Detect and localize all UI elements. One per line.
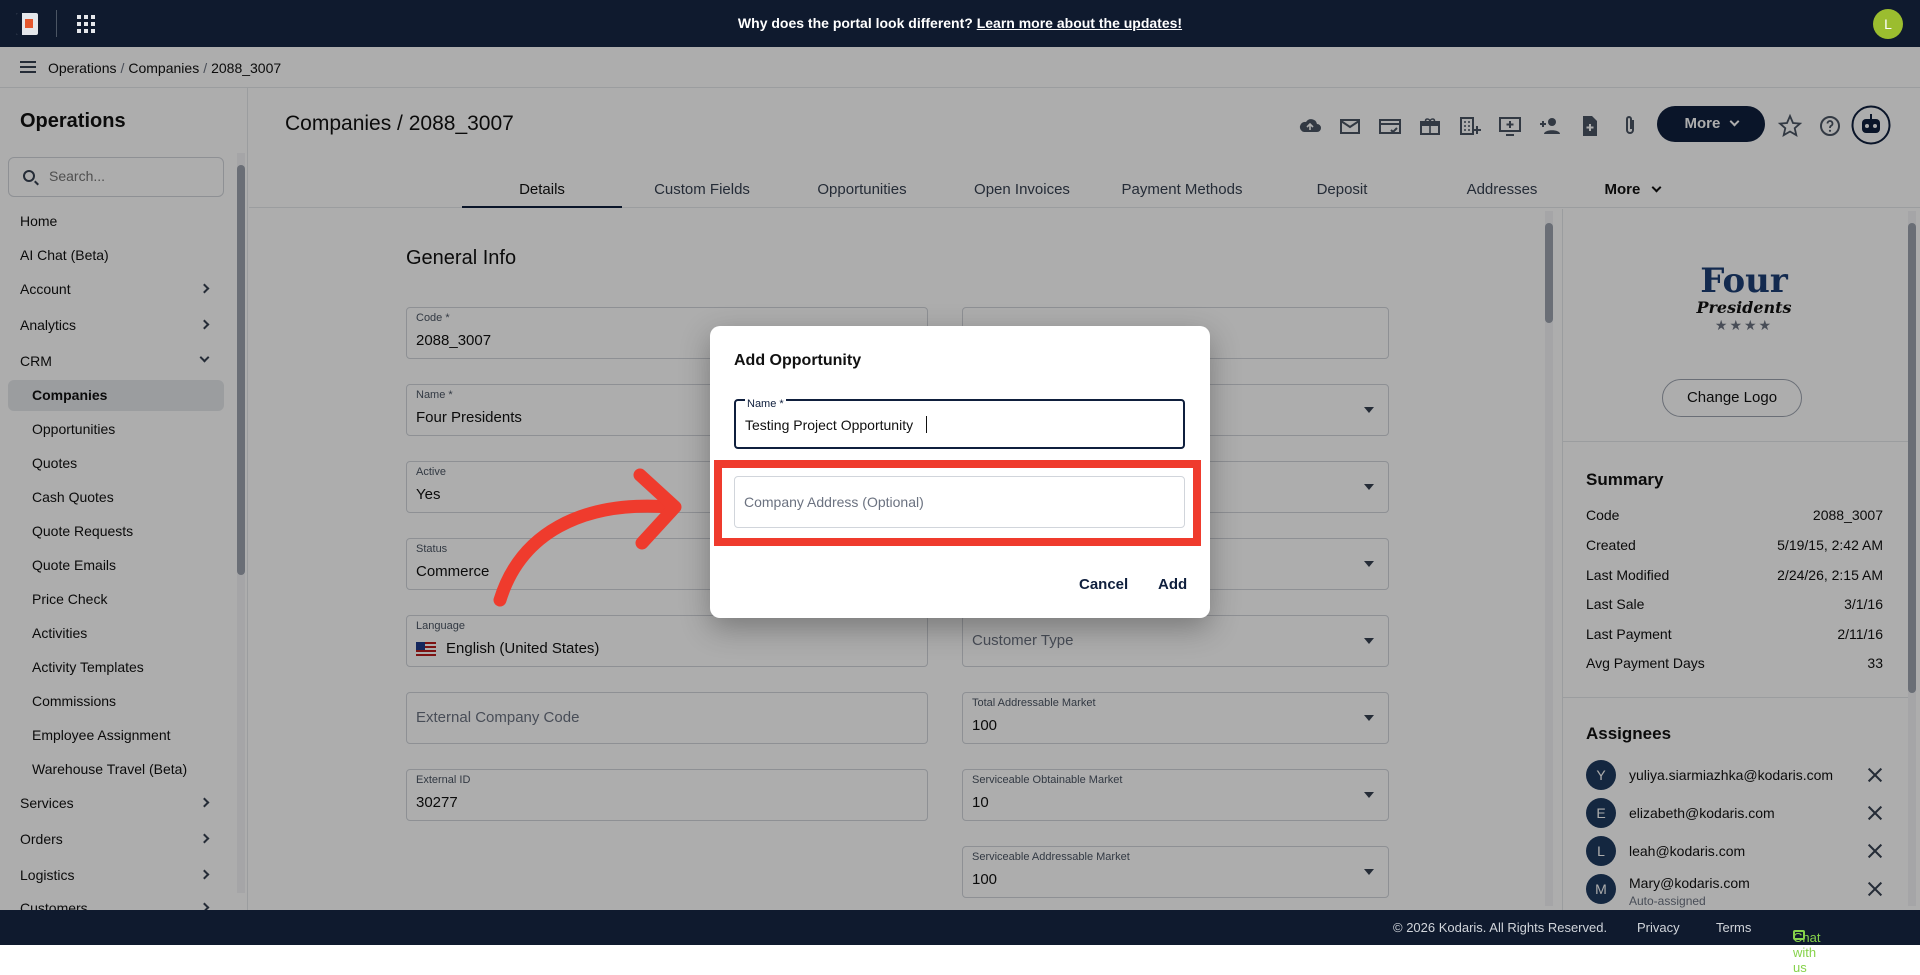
opportunity-name-input[interactable]: Name * Testing Project Opportunity (734, 398, 1185, 449)
terms-link[interactable]: Terms (1716, 920, 1751, 935)
text-cursor (926, 416, 927, 433)
footer: © 2026 Kodaris. All Rights Reserved. Pri… (0, 910, 1920, 975)
name-value: Testing Project Opportunity (745, 417, 914, 433)
top-bar: Why does the portal look different? Lear… (0, 0, 1920, 47)
banner-learn-more-link[interactable]: Learn more about the updates! (977, 15, 1182, 31)
annotation-arrow-icon (493, 468, 682, 607)
update-banner: Why does the portal look different? Lear… (0, 15, 1920, 31)
name-label: Name * (745, 398, 786, 410)
cancel-button[interactable]: Cancel (1079, 576, 1128, 593)
user-avatar[interactable]: L (1873, 9, 1903, 39)
banner-question: Why does the portal look different? (737, 15, 973, 31)
copyright: © 2026 Kodaris. All Rights Reserved. (1393, 920, 1608, 935)
annotation-highlight-box (714, 460, 1201, 546)
privacy-link[interactable]: Privacy (1637, 920, 1680, 935)
dialog-title: Add Opportunity (734, 352, 862, 369)
add-button[interactable]: Add (1158, 576, 1187, 593)
